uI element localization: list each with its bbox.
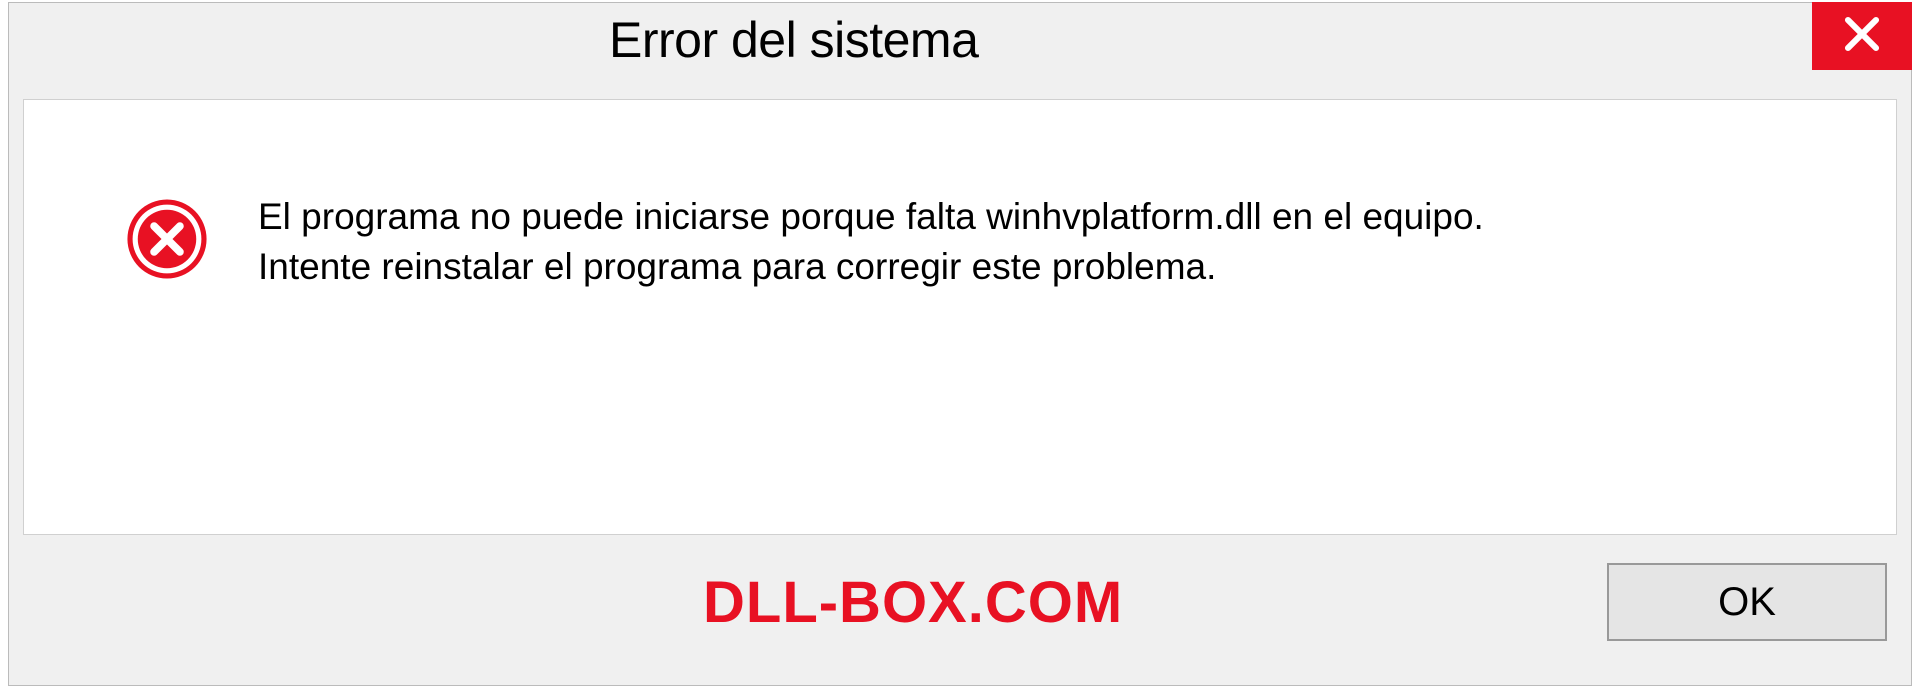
error-dialog: Error del sistema El programa no puede i…	[8, 2, 1912, 686]
error-icon	[124, 196, 210, 282]
content-panel: El programa no puede iniciarse porque fa…	[23, 99, 1897, 535]
close-button[interactable]	[1812, 2, 1912, 70]
ok-button-label: OK	[1718, 580, 1776, 625]
close-icon	[1841, 13, 1883, 60]
message-line-1: El programa no puede iniciarse porque fa…	[258, 192, 1484, 242]
titlebar: Error del sistema	[9, 3, 1911, 89]
dialog-footer: DLL-BOX.COM OK	[23, 547, 1897, 657]
message-line-2: Intente reinstalar el programa para corr…	[258, 242, 1484, 292]
ok-button[interactable]: OK	[1607, 563, 1887, 641]
watermark-text: DLL-BOX.COM	[23, 569, 1123, 636]
dialog-title: Error del sistema	[9, 3, 978, 69]
error-message: El programa no puede iniciarse porque fa…	[258, 190, 1484, 292]
